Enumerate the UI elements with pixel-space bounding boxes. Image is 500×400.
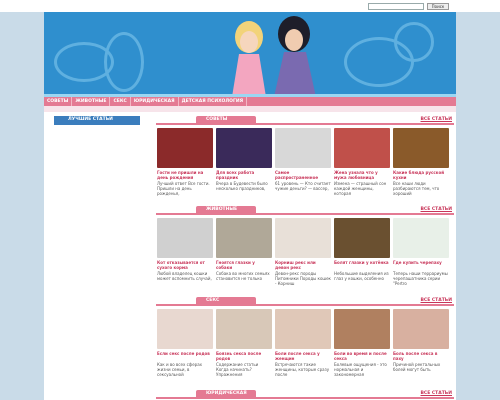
article-excerpt: Содержание статьи Когда начинать? Упражн… — [216, 362, 259, 377]
article-title-link[interactable]: Гноятся глазки у собаки — [216, 260, 272, 270]
article-card[interactable]: Жена узнала что у мужа любовница Измена —… — [334, 128, 390, 211]
search-button[interactable]: Поиск — [427, 3, 449, 10]
article-excerpt: Все наши люди разбираются тем, что хорош… — [393, 181, 440, 196]
article-excerpt: Вчера в Будевести было несколько праздни… — [216, 181, 268, 191]
article-thumbnail[interactable] — [216, 218, 272, 258]
top-bar: Поиск — [0, 0, 500, 12]
article-excerpt: Небольшие выделения из глаз у кошки, осо… — [334, 271, 389, 281]
all-articles-link[interactable]: ВСЕ СТАТЬИ — [421, 298, 453, 303]
article-card[interactable]: Гноятся глазки у собаки Собака во многих … — [216, 218, 272, 301]
nav-item-tips[interactable]: СОВЕТЫ — [44, 97, 73, 106]
section-tab[interactable]: СЕКС — [196, 297, 256, 305]
article-title-link[interactable]: Боли после секса у женщин — [275, 351, 331, 361]
article-excerpt: Болевые ощущения - это нормальная и зако… — [334, 362, 387, 377]
article-thumbnail[interactable] — [334, 128, 390, 168]
section-tab[interactable]: ЖИВОТНЫЕ — [196, 206, 256, 214]
article-thumbnail[interactable] — [275, 309, 331, 349]
article-thumbnail[interactable] — [275, 218, 331, 258]
article-card[interactable]: Для всех работа праздник Вчера в Будевест… — [216, 128, 272, 211]
sidebar-title: ЛУЧШИЕ СТАТЬИ — [54, 116, 140, 124]
article-thumbnail[interactable] — [334, 309, 390, 349]
section-header: СОВЕТЫ ВСЕ СТАТЬИ — [156, 116, 454, 125]
main-nav: СОВЕТЫ ЖИВОТНЫЕ СЕКС ЮРИДИЧЕСКАЯ ДЕТСКАЯ… — [44, 97, 456, 106]
article-card[interactable]: Болят глазки у котёнка Небольшие выделени… — [334, 218, 390, 301]
article-thumbnail[interactable] — [216, 128, 272, 168]
article-card[interactable]: Боль после секса в паху Причиной ректальн… — [393, 309, 449, 392]
section-header: ЖИВОТНЫЕ ВСЕ СТАТЬИ — [156, 206, 454, 215]
sidebar-divider — [54, 124, 140, 125]
banner-illustration — [232, 16, 316, 94]
article-excerpt: 61 уровень — Кто считает чужие деньги? —… — [275, 181, 331, 191]
nav-item-child-psychology[interactable]: ДЕТСКАЯ ПСИХОЛОГИЯ — [179, 97, 248, 106]
all-articles-link[interactable]: ВСЕ СТАТЬИ — [421, 391, 453, 396]
section-header: СЕКС ВСЕ СТАТЬИ — [156, 297, 454, 306]
all-articles-link[interactable]: ВСЕ СТАТЬИ — [421, 207, 453, 212]
article-thumbnail[interactable] — [393, 218, 449, 258]
article-title-link[interactable]: Если секс после родов — [157, 351, 213, 361]
article-thumbnail[interactable] — [157, 128, 213, 168]
article-title-link[interactable]: Где купить черепаху — [393, 260, 449, 270]
article-row: Гости не пришли на день рождения Лучший о… — [157, 128, 453, 211]
article-thumbnail[interactable] — [157, 309, 213, 349]
article-card[interactable]: Боли после секса у женщин Встречаются так… — [275, 309, 331, 392]
section-tab[interactable]: ЮРИДИЧЕСКАЯ — [196, 390, 256, 398]
main-content: ЛУЧШИЕ СТАТЬИ СОВЕТЫ ВСЕ СТАТЬИ Гости не… — [44, 112, 456, 400]
article-excerpt: Собака во многих семьях становится не то… — [216, 271, 270, 281]
article-excerpt: Девон-рекс породы Питомники Породы кошек… — [275, 271, 331, 286]
article-card[interactable]: Где купить черепаху Теперь наши террариум… — [393, 218, 449, 301]
article-excerpt: Любой владелец кошки может вспомнить слу… — [157, 271, 212, 281]
article-excerpt: Измена — страшный сон каждой женщины, ко… — [334, 181, 387, 196]
article-card[interactable]: Гости не пришли на день рождения Лучший о… — [157, 128, 213, 211]
article-thumbnail[interactable] — [157, 218, 213, 258]
article-title-link[interactable]: Для всех работа праздник — [216, 170, 272, 180]
article-title-link[interactable]: Самое распространенное — [275, 170, 331, 180]
article-title-link[interactable]: Боль после секса в паху — [393, 351, 449, 361]
article-thumbnail[interactable] — [275, 128, 331, 168]
article-card[interactable]: Боли во время и после секса Болевые ощуще… — [334, 309, 390, 392]
article-card[interactable]: Боязнь секса после родов Содержание стать… — [216, 309, 272, 392]
article-row: Кот отказывается от сухого корма Любой вл… — [157, 218, 453, 301]
article-title-link[interactable]: Жена узнала что у мужа любовница — [334, 170, 390, 180]
article-excerpt: Причиной ректальных болей могут быть — [393, 362, 441, 372]
article-card[interactable]: Какие блюда русской кухни Все наши люди р… — [393, 128, 449, 211]
article-title-link[interactable]: Болят глазки у котёнка — [334, 260, 390, 270]
article-row: Если секс после родов Как и во всех сфера… — [157, 309, 453, 392]
section-header: ЮРИДИЧЕСКАЯ ВСЕ СТАТЬИ — [156, 390, 454, 399]
article-title-link[interactable]: Корниш рекс или девон рекс — [275, 260, 331, 270]
article-excerpt: Лучший ответ Все гости. Пришли на день р… — [157, 181, 210, 196]
article-thumbnail[interactable] — [216, 309, 272, 349]
article-card[interactable]: Корниш рекс или девон рекс Девон-рекс пор… — [275, 218, 331, 301]
article-excerpt: Как и во всех сферах жизни семьи, в секс… — [157, 362, 203, 377]
article-thumbnail[interactable] — [393, 309, 449, 349]
article-card[interactable]: Если секс после родов Как и во всех сфера… — [157, 309, 213, 392]
search-input[interactable] — [368, 3, 424, 10]
article-title-link[interactable]: Кот отказывается от сухого корма — [157, 260, 213, 270]
article-title-link[interactable]: Гости не пришли на день рождения — [157, 170, 213, 180]
article-thumbnail[interactable] — [334, 218, 390, 258]
nav-item-animals[interactable]: ЖИВОТНЫЕ — [72, 97, 111, 106]
section-tab[interactable]: СОВЕТЫ — [196, 116, 256, 124]
article-excerpt: Встречаются такие женщины, которые сразу… — [275, 362, 330, 377]
header-banner — [44, 12, 456, 97]
article-title-link[interactable]: Какие блюда русской кухни — [393, 170, 449, 180]
nav-item-sex[interactable]: СЕКС — [110, 97, 131, 106]
article-title-link[interactable]: Боли во время и после секса — [334, 351, 390, 361]
article-thumbnail[interactable] — [393, 128, 449, 168]
article-card[interactable]: Кот отказывается от сухого корма Любой вл… — [157, 218, 213, 301]
all-articles-link[interactable]: ВСЕ СТАТЬИ — [421, 117, 453, 122]
article-excerpt: Теперь наши террариумы черепашатника сер… — [393, 271, 448, 286]
article-title-link[interactable]: Боязнь секса после родов — [216, 351, 272, 361]
nav-item-legal[interactable]: ЮРИДИЧЕСКАЯ — [131, 97, 179, 106]
article-card[interactable]: Самое распространенное 61 уровень — Кто с… — [275, 128, 331, 211]
